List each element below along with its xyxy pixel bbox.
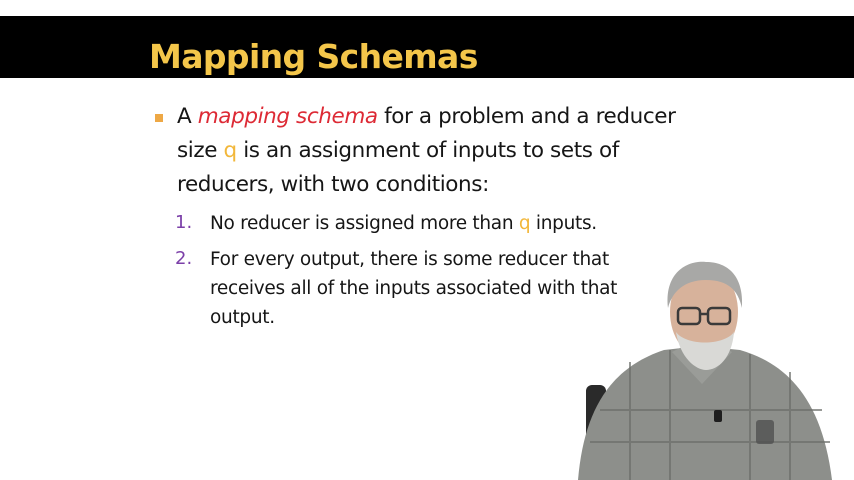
list-number: 1. <box>175 212 193 233</box>
variable-q: q <box>223 138 238 163</box>
top-strip <box>0 0 854 16</box>
mapping-schema-term: mapping schema <box>197 104 378 129</box>
presenter-video <box>578 261 832 480</box>
main-bullet-text: A mapping schema for a problem and a red… <box>177 100 777 202</box>
condition-text-line: output. <box>210 307 275 328</box>
bullet-text-part: reducers, with two conditions: <box>177 172 489 197</box>
condition-1-text: No reducer is assigned more than q input… <box>210 209 680 238</box>
bullet-text-part: for a problem and a reducer <box>377 104 676 129</box>
condition-text-line: For every output, there is some reducer … <box>210 249 609 270</box>
list-number: 2. <box>175 248 193 269</box>
condition-text-line: receives all of the inputs associated wi… <box>210 278 618 299</box>
condition-text-part: inputs. <box>530 213 597 234</box>
bullet-text-part: A <box>177 104 198 129</box>
variable-q: q <box>518 213 531 234</box>
condition-text-part: No reducer is assigned more than <box>210 213 519 234</box>
bullet-text-part: is an assignment of inputs to sets of <box>236 138 619 163</box>
bullet-text-part: size <box>177 138 224 163</box>
microphone-icon <box>714 410 722 422</box>
title-bar: Mapping Schemas <box>0 16 854 78</box>
bullet-marker <box>155 114 163 122</box>
slide-title: Mapping Schemas <box>149 37 478 76</box>
